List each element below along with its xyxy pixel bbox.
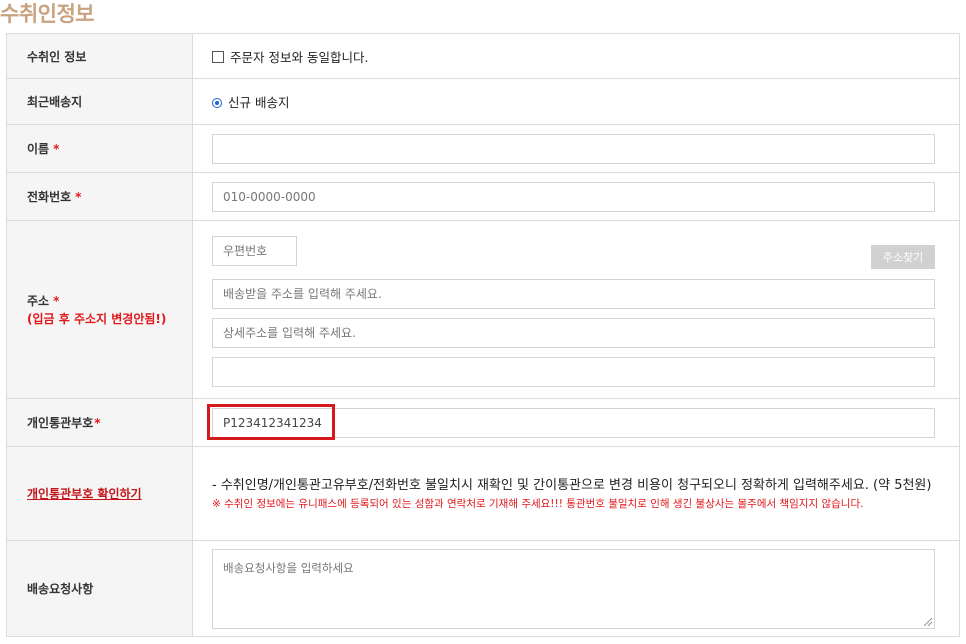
check-customs-code-link[interactable]: 개인통관부호 확인하기 bbox=[27, 487, 142, 501]
resize-grip-icon[interactable] bbox=[924, 617, 932, 626]
zipcode-input[interactable]: 우편번호 bbox=[212, 235, 297, 266]
customs-code-input[interactable]: P123412341234 bbox=[212, 407, 935, 438]
name-label: 이름 * bbox=[6, 124, 193, 173]
address-label: 주소 * (입금 후 주소지 변경안됨!) bbox=[6, 220, 193, 399]
delivery-request-placeholder: 배송요청사항을 입력하세요 bbox=[223, 560, 354, 575]
required-mark: * bbox=[53, 142, 60, 156]
new-address-radio[interactable] bbox=[212, 98, 222, 108]
phone-label: 전화번호 * bbox=[6, 172, 193, 221]
address-group: 우편번호 주소찾기 배송받을 주소를 입력해 주세요. 상세주소를 입력해 주세… bbox=[212, 233, 935, 387]
row-customs-code: 개인통관부호* P123412341234 bbox=[6, 398, 960, 447]
delivery-request-textarea[interactable]: 배송요청사항을 입력하세요 bbox=[212, 548, 935, 629]
required-mark: * bbox=[75, 190, 82, 204]
row-phone: 전화번호 * 010-0000-0000 bbox=[6, 172, 960, 221]
recipient-info-label: 수취인 정보 bbox=[6, 33, 193, 79]
same-as-orderer-checkbox[interactable] bbox=[212, 50, 224, 63]
row-address: 주소 * (입금 후 주소지 변경안됨!) 우편번호 주소찾기 배송받을 주소를 … bbox=[6, 220, 960, 399]
address-change-note: (입금 후 주소지 변경안됨!) bbox=[27, 312, 167, 326]
delivery-request-label: 배송요청사항 bbox=[6, 540, 193, 637]
same-as-orderer-label[interactable]: 주문자 정보와 동일합니다. bbox=[230, 50, 368, 65]
name-input[interactable] bbox=[212, 133, 935, 164]
new-address-label[interactable]: 신규 배송지 bbox=[228, 95, 289, 110]
row-recipient-info: 수취인 정보 주문자 정보와 동일합니다. bbox=[6, 33, 960, 79]
row-customs-check: 개인통관부호 확인하기 - 수취인명/개인통관고유부호/전화번호 불일치시 재확… bbox=[6, 446, 960, 541]
section-title: 수취인정보 bbox=[0, 2, 95, 26]
required-mark: * bbox=[53, 294, 60, 308]
address-input[interactable]: 배송받을 주소를 입력해 주세요. bbox=[212, 278, 935, 309]
search-address-button[interactable]: 주소찾기 bbox=[871, 244, 935, 269]
row-name: 이름 * bbox=[6, 124, 960, 173]
recipient-form-table: 수취인 정보 주문자 정보와 동일합니다. 최근배송지 신규 배송지 이름 * 전… bbox=[6, 33, 960, 637]
customs-warning: ※ 수취인 정보에는 유니패스에 등록되어 있는 성함과 연락처로 기재해 주세… bbox=[212, 497, 864, 510]
customs-code-label: 개인통관부호* bbox=[6, 398, 193, 447]
customs-notice: - 수취인명/개인통관고유부호/전화번호 불일치시 재확인 및 간이통관으로 변… bbox=[212, 477, 932, 493]
recent-shipping-label: 최근배송지 bbox=[6, 78, 193, 125]
address-extra-input[interactable] bbox=[212, 356, 935, 387]
required-mark: * bbox=[94, 416, 101, 430]
phone-input[interactable]: 010-0000-0000 bbox=[212, 181, 935, 212]
row-delivery-request: 배송요청사항 배송요청사항을 입력하세요 bbox=[6, 540, 960, 637]
address-detail-input[interactable]: 상세주소를 입력해 주세요. bbox=[212, 317, 935, 348]
row-recent-shipping: 최근배송지 신규 배송지 bbox=[6, 78, 960, 125]
